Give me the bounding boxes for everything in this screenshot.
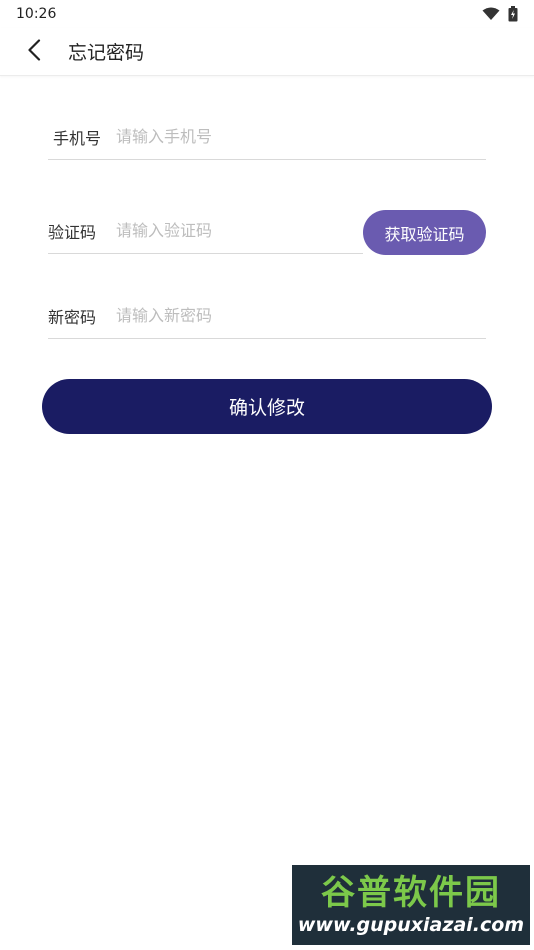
page-title: 忘记密码 bbox=[68, 42, 145, 64]
phone-label: 手机号 bbox=[53, 128, 102, 148]
wifi-icon bbox=[482, 7, 500, 21]
code-input[interactable] bbox=[116, 208, 363, 253]
new-password-label: 新密码 bbox=[48, 307, 97, 327]
new-password-input[interactable] bbox=[116, 293, 486, 338]
chevron-left-icon bbox=[27, 38, 41, 65]
confirm-button[interactable]: 确认修改 bbox=[42, 379, 492, 434]
phone-input[interactable] bbox=[116, 114, 486, 159]
phone-row: 手机号 bbox=[48, 114, 486, 160]
status-bar: 10:26 bbox=[0, 0, 534, 28]
code-row: 验证码 bbox=[48, 208, 363, 254]
status-icons bbox=[482, 6, 518, 22]
battery-charging-icon bbox=[508, 6, 518, 22]
new-password-row: 新密码 bbox=[48, 293, 486, 339]
status-time: 10:26 bbox=[16, 6, 57, 22]
watermark-url: www.gupuxiazai.com bbox=[297, 914, 525, 936]
watermark-logo: 谷普软件园 www.gupuxiazai.com bbox=[292, 865, 530, 945]
get-code-button[interactable]: 获取验证码 bbox=[363, 210, 486, 255]
code-label: 验证码 bbox=[48, 222, 97, 242]
back-button[interactable] bbox=[14, 28, 54, 76]
app-bar: 忘记密码 bbox=[0, 28, 534, 76]
watermark-title: 谷普软件园 bbox=[321, 873, 501, 913]
